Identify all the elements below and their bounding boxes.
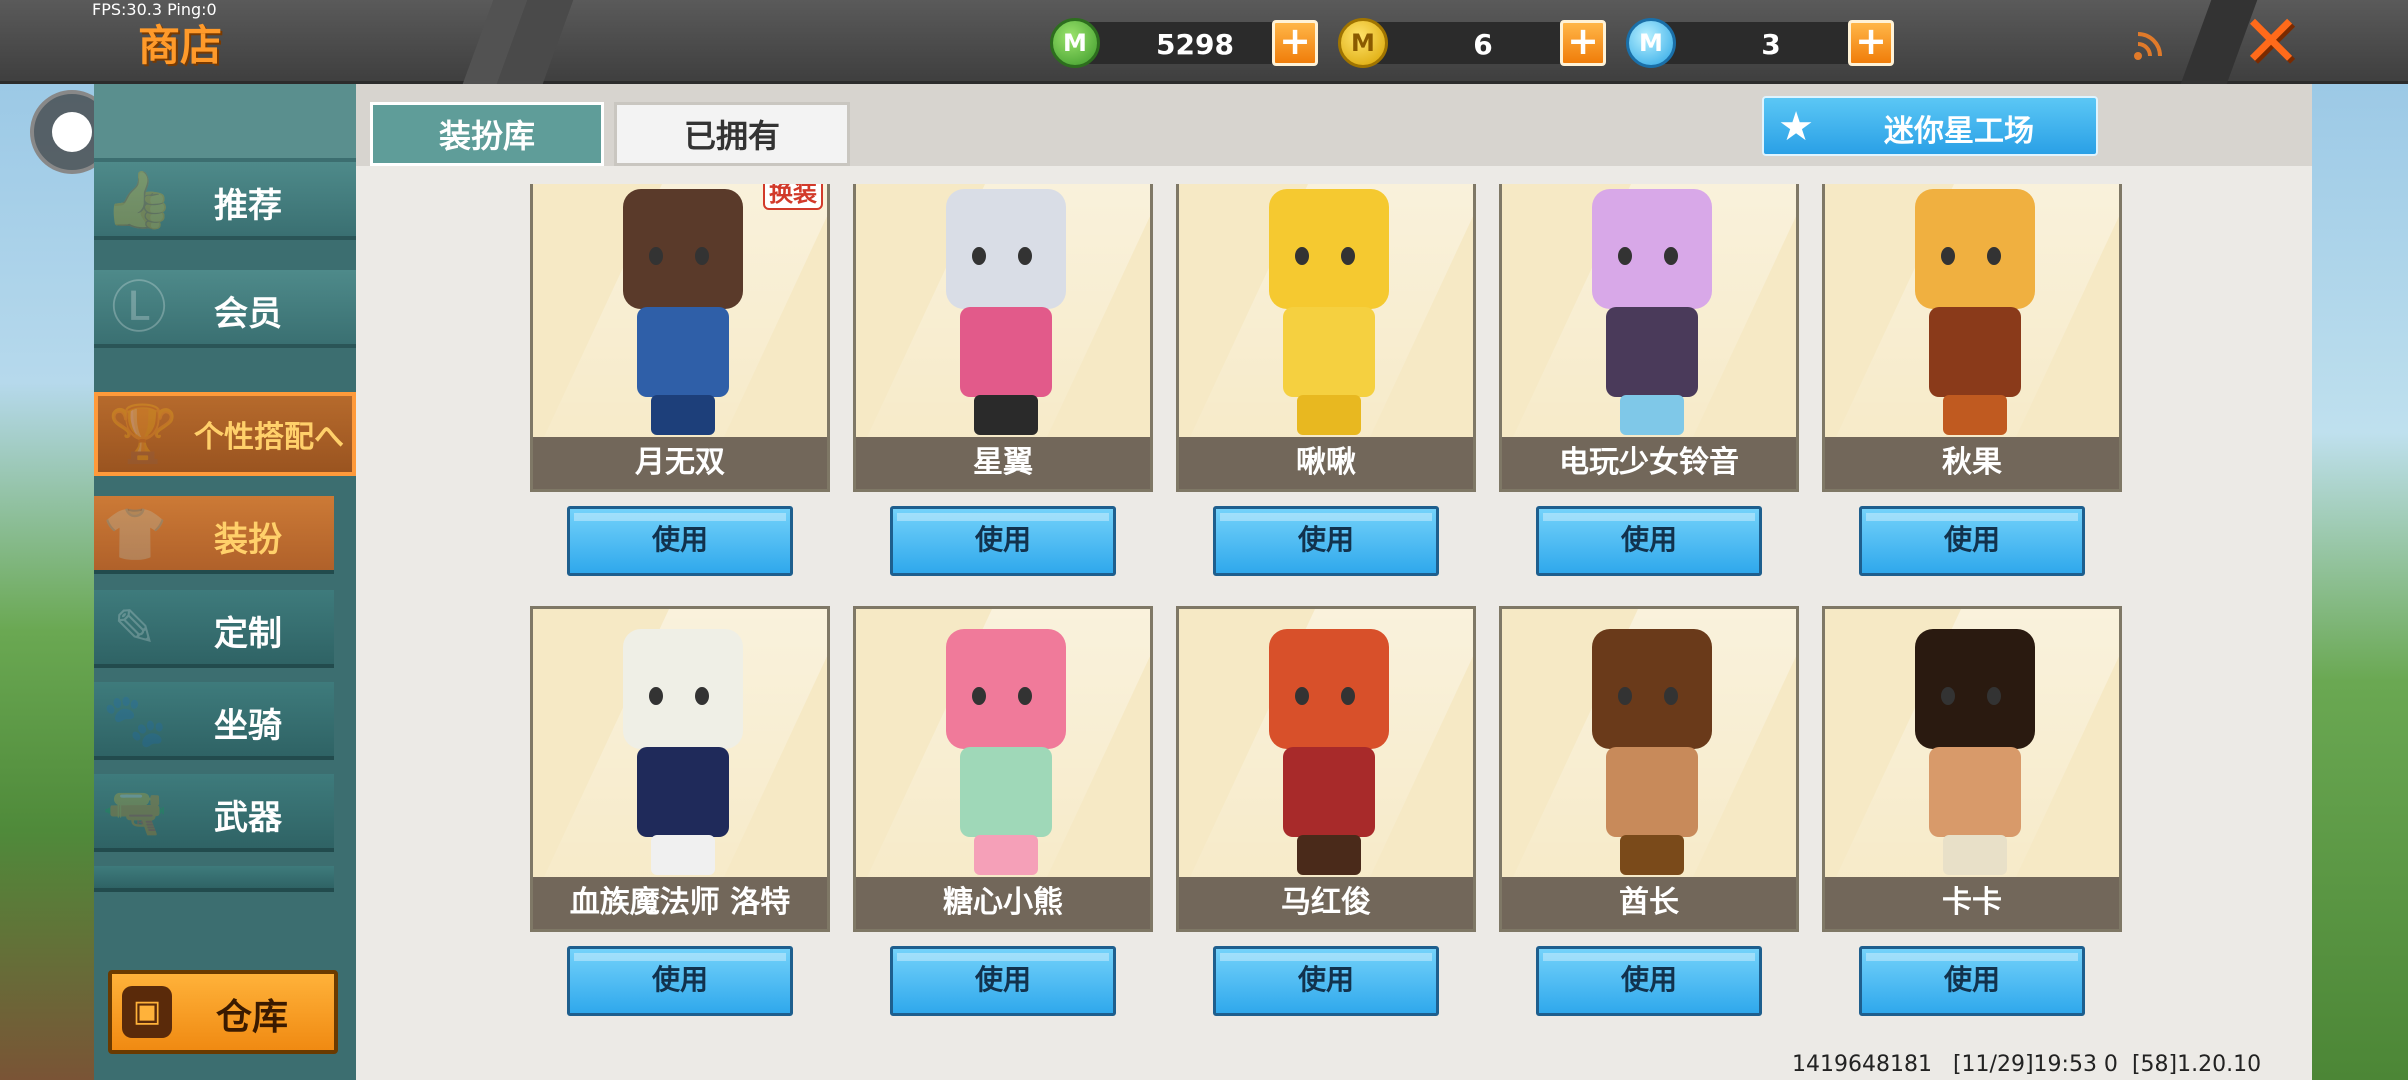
green-coin-icon: M (1050, 18, 1100, 68)
tab-bar: 装扮库 已拥有 ★ 迷你星工场 (356, 84, 2312, 166)
use-button[interactable]: 使用 (890, 506, 1116, 576)
character-figure (1249, 189, 1409, 439)
footer-info: 1419648181 [11/29]19:53 0 [58]1.20.10 (1792, 1052, 2261, 1077)
character-figure (603, 189, 763, 439)
thumbs-up-icon: 👍 (104, 168, 174, 233)
outfit-name: 酋长 (1502, 877, 1796, 929)
use-button[interactable]: 使用 (567, 946, 793, 1016)
top-bar: FPS:30.3 Ping:0 商店 M 5298 + M 6 + M 3 + … (0, 0, 2408, 84)
gold-coin-icon: M (1338, 18, 1388, 68)
outfit-card[interactable]: 血族魔法师 洛特 (530, 606, 830, 932)
character-figure (926, 189, 1086, 439)
character-figure (1572, 629, 1732, 879)
sidebar-sub-item-mount[interactable]: 🐾 坐骑 (94, 682, 334, 760)
sidebar-item-label: 武器 (214, 798, 282, 838)
outfit-name: 星翼 (856, 437, 1150, 489)
use-button[interactable]: 使用 (1213, 946, 1439, 1016)
add-currency-button[interactable]: + (1272, 20, 1318, 66)
use-button[interactable]: 使用 (1213, 506, 1439, 576)
outfit-name: 月无双 (533, 437, 827, 489)
outfit-name: 啾啾 (1179, 437, 1473, 489)
use-button[interactable]: 使用 (1859, 506, 2085, 576)
swap-badge: 换装 (763, 184, 823, 210)
outfit-card[interactable]: 马红俊 (1176, 606, 1476, 932)
sidebar: 👍 推荐 Ⓛ 会员 🏆 个性搭配へ 👕 装扮 ✎ 定制 🐾 坐骑 🔫 武器 ▣ … (94, 84, 356, 1080)
character-figure (1572, 189, 1732, 439)
outfit-name: 电玩少女铃音 (1502, 437, 1796, 489)
sidebar-sub-item-weapon[interactable]: 🔫 武器 (94, 774, 334, 852)
currency-green: M 5298 + (1050, 18, 1320, 68)
add-currency-button[interactable]: + (1560, 20, 1606, 66)
outfit-card[interactable]: 酋长 (1499, 606, 1799, 932)
mini-workshop-button[interactable]: ★ 迷你星工场 (1762, 96, 2098, 156)
currency-value: 5298 (1156, 28, 1234, 61)
outfit-card[interactable]: 电玩少女铃音 (1499, 184, 1799, 492)
currency-gold: M 6 + (1338, 18, 1608, 68)
outfit-card[interactable]: 星翼 (853, 184, 1153, 492)
warehouse-button[interactable]: ▣ 仓库 (108, 970, 338, 1054)
sidebar-item-label: 坐骑 (214, 706, 282, 746)
sidebar-item-label: 会员 (214, 294, 282, 334)
membership-icon: Ⓛ (111, 276, 167, 341)
pencil-icon: ✎ (113, 599, 157, 659)
sidebar-item-personal-style[interactable]: 🏆 个性搭配へ (94, 392, 356, 476)
currency-value: 3 (1761, 28, 1781, 61)
sidebar-item-recommend[interactable]: 👍 推荐 (94, 162, 356, 240)
outfit-card[interactable]: 月无双 换装 (530, 184, 830, 492)
version: [58]1.20.10 (2131, 1052, 2262, 1077)
sidebar-item-label: 推荐 (214, 186, 282, 226)
outfit-name: 血族魔法师 洛特 (533, 877, 827, 929)
outfit-card[interactable]: 糖心小熊 (853, 606, 1153, 932)
use-button[interactable]: 使用 (1859, 946, 2085, 1016)
outfit-name: 秋果 (1825, 437, 2119, 489)
star-icon: ★ (1778, 104, 1814, 150)
outfit-card[interactable]: 秋果 (1822, 184, 2122, 492)
outfit-name: 糖心小熊 (856, 877, 1150, 929)
use-button[interactable]: 使用 (1536, 506, 1762, 576)
use-button[interactable]: 使用 (567, 506, 793, 576)
character-figure (1249, 629, 1409, 879)
outfit-icon: 👕 (102, 505, 168, 565)
sidebar-sub-item-partial[interactable] (94, 866, 334, 892)
sidebar-item-label: 定制 (214, 614, 282, 654)
currency-blue: M 3 + (1626, 18, 1896, 68)
outfit-card[interactable]: 卡卡 (1822, 606, 2122, 932)
close-button[interactable]: ✕ (2236, 5, 2306, 77)
trophy-icon: 🏆 (108, 402, 178, 467)
outfit-name: 卡卡 (1825, 877, 2119, 929)
page-title: 商店 (138, 21, 223, 70)
mount-icon: 🐾 (102, 691, 168, 751)
outfit-card[interactable]: 啾啾 (1176, 184, 1476, 492)
currency-value: 6 (1473, 28, 1493, 61)
add-currency-button[interactable]: + (1848, 20, 1894, 66)
timestamp: [11/29]19:53 0 (1952, 1052, 2118, 1077)
character-figure (1895, 629, 2055, 879)
blue-coin-icon: M (1626, 18, 1676, 68)
user-id: 1419648181 (1792, 1052, 1932, 1077)
main-panel: 装扮库 已拥有 ★ 迷你星工场 月无双 换装使用 星翼使用 啾啾使用 电玩少女铃音使用 秋… (356, 84, 2312, 1080)
background-scenery-right (2312, 84, 2408, 1080)
sidebar-sub-item-outfit[interactable]: 👕 装扮 (94, 496, 334, 574)
character-figure (1895, 189, 2055, 439)
chest-icon: ▣ (122, 986, 172, 1038)
tab-owned[interactable]: 已拥有 (614, 102, 850, 166)
tab-outfit-library[interactable]: 装扮库 (370, 102, 604, 166)
use-button[interactable]: 使用 (1536, 946, 1762, 1016)
outfit-grid: 月无双 换装 使用 星翼 使用 啾啾 使用 电玩少女铃音 使用 秋果 使用 血族魔法师 洛特 使用 糖心小… (356, 184, 2312, 1080)
background-scenery-left (0, 84, 94, 1080)
character-figure (926, 629, 1086, 879)
sidebar-item-label: 个性搭配へ (194, 420, 344, 455)
sidebar-item-label: 装扮 (214, 520, 282, 560)
outfit-name: 马红俊 (1179, 877, 1473, 929)
use-button[interactable]: 使用 (890, 946, 1116, 1016)
sidebar-sub-item-custom[interactable]: ✎ 定制 (94, 590, 334, 668)
character-figure (603, 629, 763, 879)
signal-icon (2132, 30, 2164, 62)
gun-icon: 🔫 (102, 783, 168, 843)
sidebar-item-membership[interactable]: Ⓛ 会员 (94, 270, 356, 348)
